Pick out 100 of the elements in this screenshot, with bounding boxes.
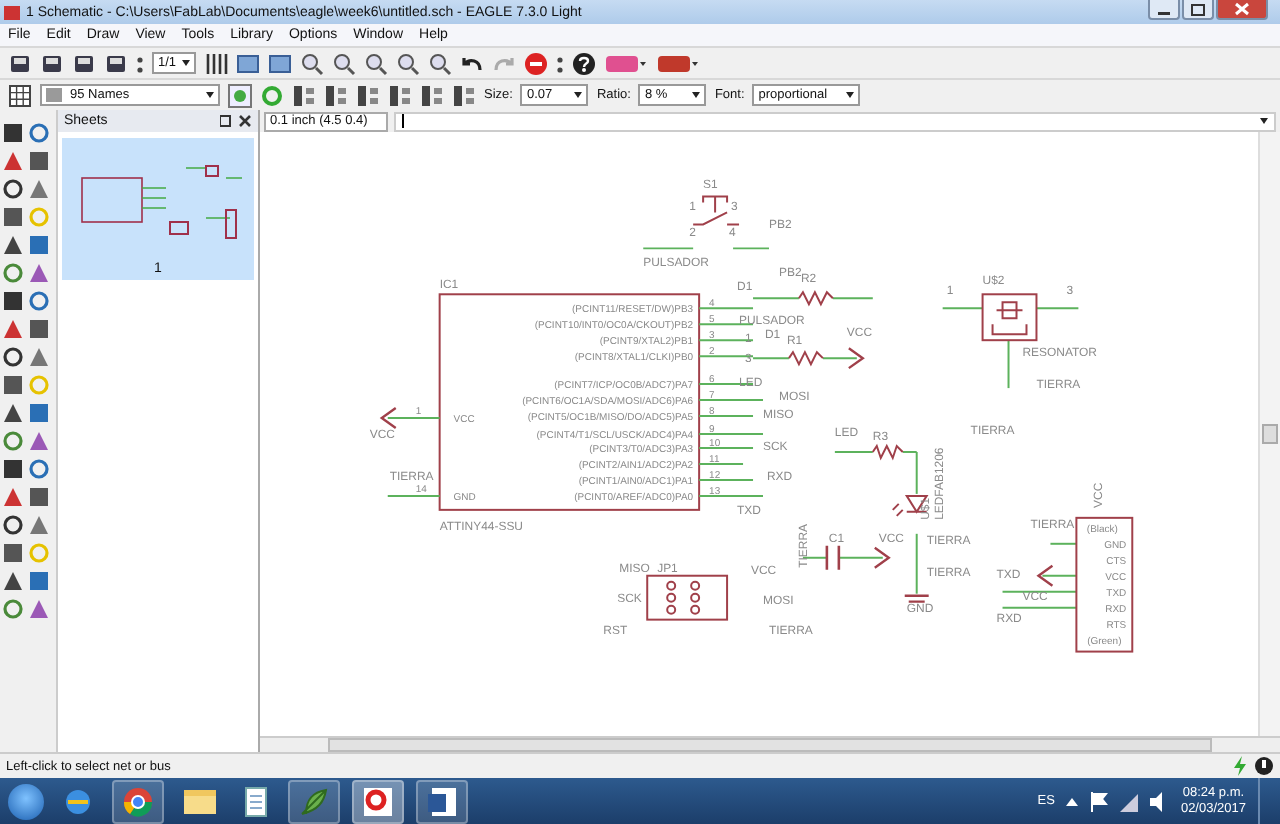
magnifier-icon[interactable] [396,51,421,75]
maximize-button[interactable] [1182,0,1214,20]
tool-icon[interactable] [2,122,24,144]
app-icon[interactable] [362,785,394,817]
tool-icon[interactable] [2,206,24,228]
caret-icon[interactable] [1066,795,1079,807]
align-icon[interactable] [356,83,380,107]
color-icon[interactable] [228,83,252,107]
close-icon[interactable] [220,114,252,128]
wire [1007,339,1010,390]
wire [821,357,858,360]
command-input[interactable] [394,111,1276,131]
tool-icon[interactable] [2,542,24,564]
print-icon[interactable] [72,51,96,75]
lightning-icon [1232,756,1248,776]
app-icon [4,5,20,19]
wire [752,297,800,300]
tool-icon[interactable] [2,234,24,256]
globe-icon[interactable] [62,785,94,817]
wire [698,433,764,435]
tool-icon[interactable] [2,178,24,200]
separator-icon [136,51,144,75]
resistor-symbol [797,290,834,307]
wire [698,339,755,342]
magnifier-icon[interactable] [300,51,325,75]
layer-icon[interactable] [268,51,293,75]
wire [1001,606,1078,609]
maximize-icon[interactable] [1190,3,1206,15]
help-icon[interactable] [572,51,597,75]
tool-icon[interactable] [2,458,24,480]
grid-icon[interactable] [204,51,229,75]
wire [1049,542,1078,545]
tool-icon[interactable] [2,346,24,368]
led-symbol [891,494,929,517]
align-icon[interactable] [420,83,444,107]
separator-icon [556,51,565,75]
magnifier-icon[interactable] [428,51,453,75]
align-icon[interactable] [292,83,316,107]
resistor-symbol [787,349,824,367]
tool-icon[interactable] [2,374,24,396]
align-icon[interactable] [452,83,476,107]
wire [698,478,755,481]
wire [833,450,874,453]
notepad-icon[interactable] [242,785,270,817]
wire [698,415,755,418]
leaf-icon[interactable] [298,785,330,817]
wire [732,247,770,250]
wire [698,399,764,402]
vertical-scrollbar[interactable] [1258,132,1280,736]
wire [698,323,755,326]
close-button[interactable] [1216,0,1268,20]
connector-symbol [1075,516,1134,653]
tool-icon[interactable] [2,514,24,536]
browser-icon[interactable] [122,785,154,817]
layer-icon[interactable] [236,51,261,75]
tool-icon[interactable] [2,402,24,424]
save-icon[interactable] [40,51,64,75]
ground-symbol [903,594,930,603]
stop-icon[interactable] [1254,756,1274,776]
wire [801,556,828,559]
start-button[interactable] [8,783,44,819]
wire [642,247,695,250]
tool-icon[interactable] [2,290,24,312]
wire [698,307,755,310]
wire [698,447,755,449]
wire [831,297,874,300]
tool-icon[interactable] [28,150,50,172]
wire [1041,574,1078,577]
wire [386,494,441,497]
document-icon[interactable] [426,785,458,817]
align-icon[interactable] [324,83,348,107]
wire [698,383,755,386]
resistor-symbol [871,443,904,461]
signal-icon[interactable] [1120,791,1139,811]
wire [1001,590,1078,593]
minimize-button[interactable] [1148,0,1180,20]
logo-icon[interactable] [656,51,701,75]
align-icon[interactable] [388,83,412,107]
wire [837,556,884,559]
horizontal-scrollbar[interactable] [260,736,1280,752]
folder-icon[interactable] [182,786,218,816]
magnifier-icon[interactable] [332,51,357,75]
tool-icon[interactable] [28,318,50,340]
close-icon[interactable] [1234,2,1250,16]
magnifier-icon[interactable] [364,51,389,75]
wire [915,532,918,595]
tool-icon[interactable] [2,570,24,592]
wire [386,417,441,420]
tool-icon[interactable] [28,486,50,508]
window-icon[interactable] [104,51,128,75]
flag-icon[interactable] [1090,791,1109,811]
resonator-symbol [981,293,1038,342]
grid-icon[interactable] [8,83,32,107]
color-icon[interactable] [260,83,284,107]
wire [1035,307,1080,310]
switch-symbol [692,195,741,226]
wire [941,307,984,310]
header-symbol [646,574,729,621]
open-icon[interactable] [8,51,32,75]
capacitor-symbol [825,544,841,572]
